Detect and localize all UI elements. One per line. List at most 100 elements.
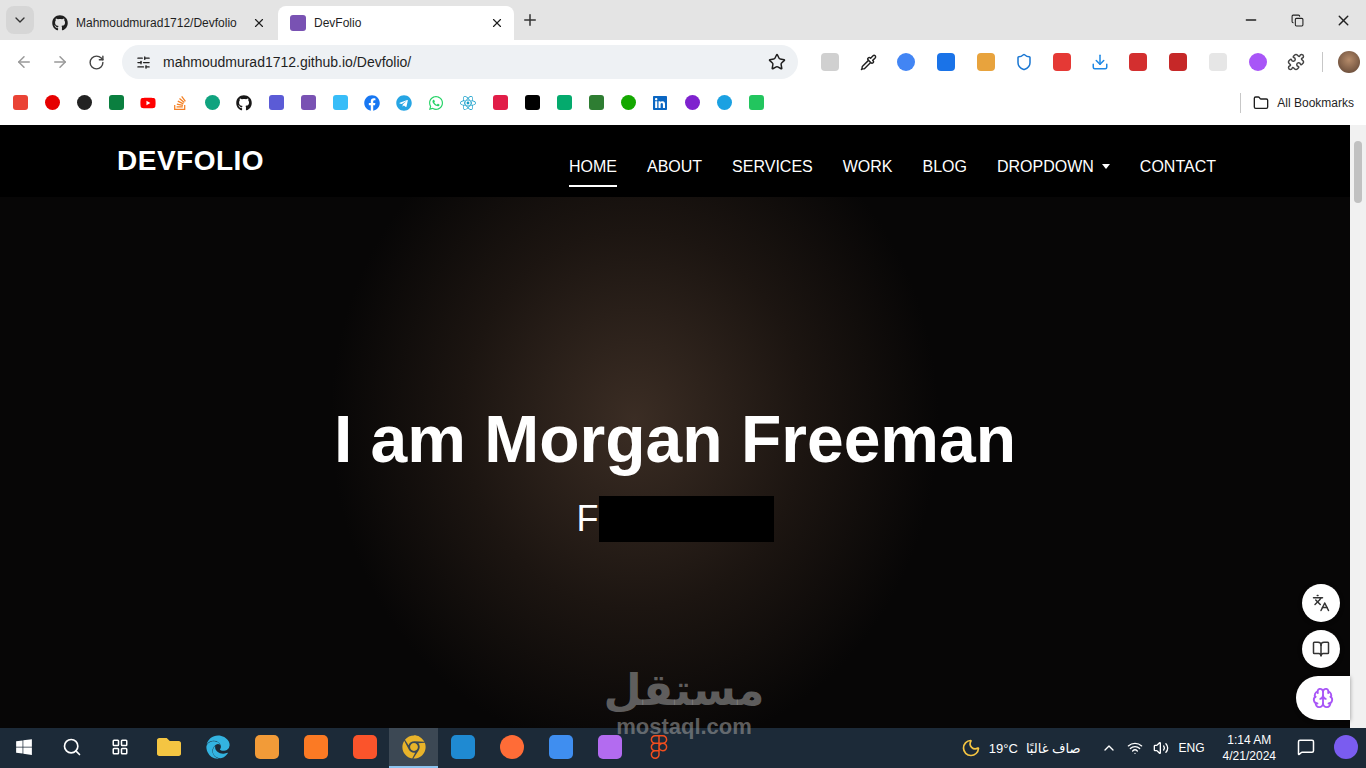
windows-icon [15,738,33,756]
browser-tab[interactable]: Mahmoudmurad1712/Devfolio [40,6,276,40]
reader-button[interactable] [1302,630,1340,668]
close-button[interactable] [1320,0,1366,40]
extension-icon[interactable] [937,53,955,71]
bookmark-icon [493,95,508,110]
minimize-button[interactable] [1228,0,1274,40]
extension-icon[interactable] [1209,53,1227,71]
browser-tab[interactable]: DevFolio [278,6,514,40]
taskbar-app[interactable] [487,728,536,768]
profile-avatar[interactable] [1338,51,1360,73]
nav-link[interactable]: DROPDOWN [997,146,1110,187]
assistant-button[interactable] [1296,676,1350,720]
taskbar-app[interactable] [144,728,193,768]
extension-icon[interactable] [977,53,995,71]
notifications-button[interactable] [1286,728,1326,768]
close-icon[interactable] [490,16,504,30]
bookmark[interactable] [44,95,60,111]
bookmark[interactable] [748,95,764,111]
weather-widget[interactable]: 19°Cصاف غالبًا [949,728,1093,768]
new-tab-button[interactable] [516,6,544,34]
extension-icon[interactable] [1169,53,1187,71]
extension-icon[interactable] [1249,53,1267,71]
restore-button[interactable] [1274,0,1320,40]
bookmark[interactable] [652,95,668,111]
all-bookmarks[interactable]: All Bookmarks [1240,93,1354,113]
nav-link[interactable]: BLOG [923,146,967,187]
close-icon[interactable] [252,16,266,30]
nav-link[interactable]: HOME [569,146,617,187]
volume-icon[interactable] [1153,740,1169,756]
taskbar-app[interactable] [634,728,683,768]
bookmark[interactable] [268,95,284,111]
bookmark[interactable] [364,95,380,111]
xampp-icon [304,735,328,759]
forward-button[interactable] [44,46,76,78]
bookmark[interactable] [524,95,540,111]
file-explorer-icon [157,735,181,759]
bookmark[interactable] [204,95,220,111]
extension-button[interactable] [852,46,884,78]
bookmark[interactable] [396,95,412,111]
taskbar-app[interactable] [193,728,242,768]
back-button[interactable] [8,46,40,78]
taskbar-app[interactable] [291,728,340,768]
bookmark-icon [13,95,28,110]
nav-link[interactable]: CONTACT [1140,146,1216,187]
extension-icon[interactable] [821,53,839,71]
clock[interactable]: 1:14 AM4/21/2024 [1213,728,1286,768]
wifi-icon[interactable] [1127,740,1143,756]
bookmark[interactable] [716,95,732,111]
taskbar-app[interactable] [536,728,585,768]
extensions-button[interactable] [1280,46,1312,78]
book-icon [1312,640,1330,658]
tab-search-button[interactable] [6,6,34,34]
bookmark[interactable] [620,95,636,111]
bookmark[interactable] [76,95,92,111]
bookmark[interactable] [556,95,572,111]
nav-link[interactable]: SERVICES [732,146,813,187]
extension-button[interactable] [1084,46,1116,78]
bookmark[interactable] [140,95,156,111]
bookmark-icon [45,95,60,110]
site-info-icon[interactable] [136,55,151,70]
bootstrap-icon [290,15,306,31]
reload-button[interactable] [80,46,112,78]
site-brand[interactable]: DEVFOLIO [117,145,264,177]
address-bar[interactable]: mahmoudmurad1712.github.io/Devfolio/ [122,45,798,79]
taskbar-app[interactable] [438,728,487,768]
start-button[interactable] [0,728,48,768]
star-icon[interactable] [768,53,786,71]
extension-icon[interactable] [1129,53,1147,71]
bookmark[interactable] [492,95,508,111]
bookmark[interactable] [460,95,476,111]
bookmark[interactable] [236,95,252,111]
bookmark[interactable] [108,95,124,111]
bookmark[interactable] [588,95,604,111]
extension-icon[interactable] [897,53,915,71]
chevron-up-icon[interactable] [1101,740,1117,756]
search-button[interactable] [48,728,96,768]
extension-button[interactable] [1008,46,1040,78]
nav-link[interactable]: ABOUT [647,146,702,187]
taskbar-app[interactable] [340,728,389,768]
extension-icon[interactable] [1053,53,1071,71]
bookmark[interactable] [172,95,188,111]
bookmark[interactable] [428,95,444,111]
scroll-thumb[interactable] [1354,141,1362,203]
bookmark[interactable] [332,95,348,111]
copilot-button[interactable] [1326,728,1366,768]
taskbar-app[interactable] [242,728,291,768]
nav-link[interactable]: WORK [843,146,893,187]
language-indicator[interactable]: ENG [1179,741,1205,755]
bookmark-icon [236,95,252,111]
scrollbar[interactable] [1350,125,1366,728]
bookmark[interactable] [300,95,316,111]
folder-icon [1253,95,1269,111]
task-view-button[interactable] [96,728,144,768]
bookmark[interactable] [12,95,28,111]
translate-button[interactable] [1302,584,1340,622]
taskbar-app[interactable] [585,728,634,768]
web-page: DEVFOLIO HOME ABOUT SERVICES WORK BLOG DROPDOW… [0,125,1350,728]
bookmark[interactable] [684,95,700,111]
taskbar-app[interactable] [389,728,438,768]
